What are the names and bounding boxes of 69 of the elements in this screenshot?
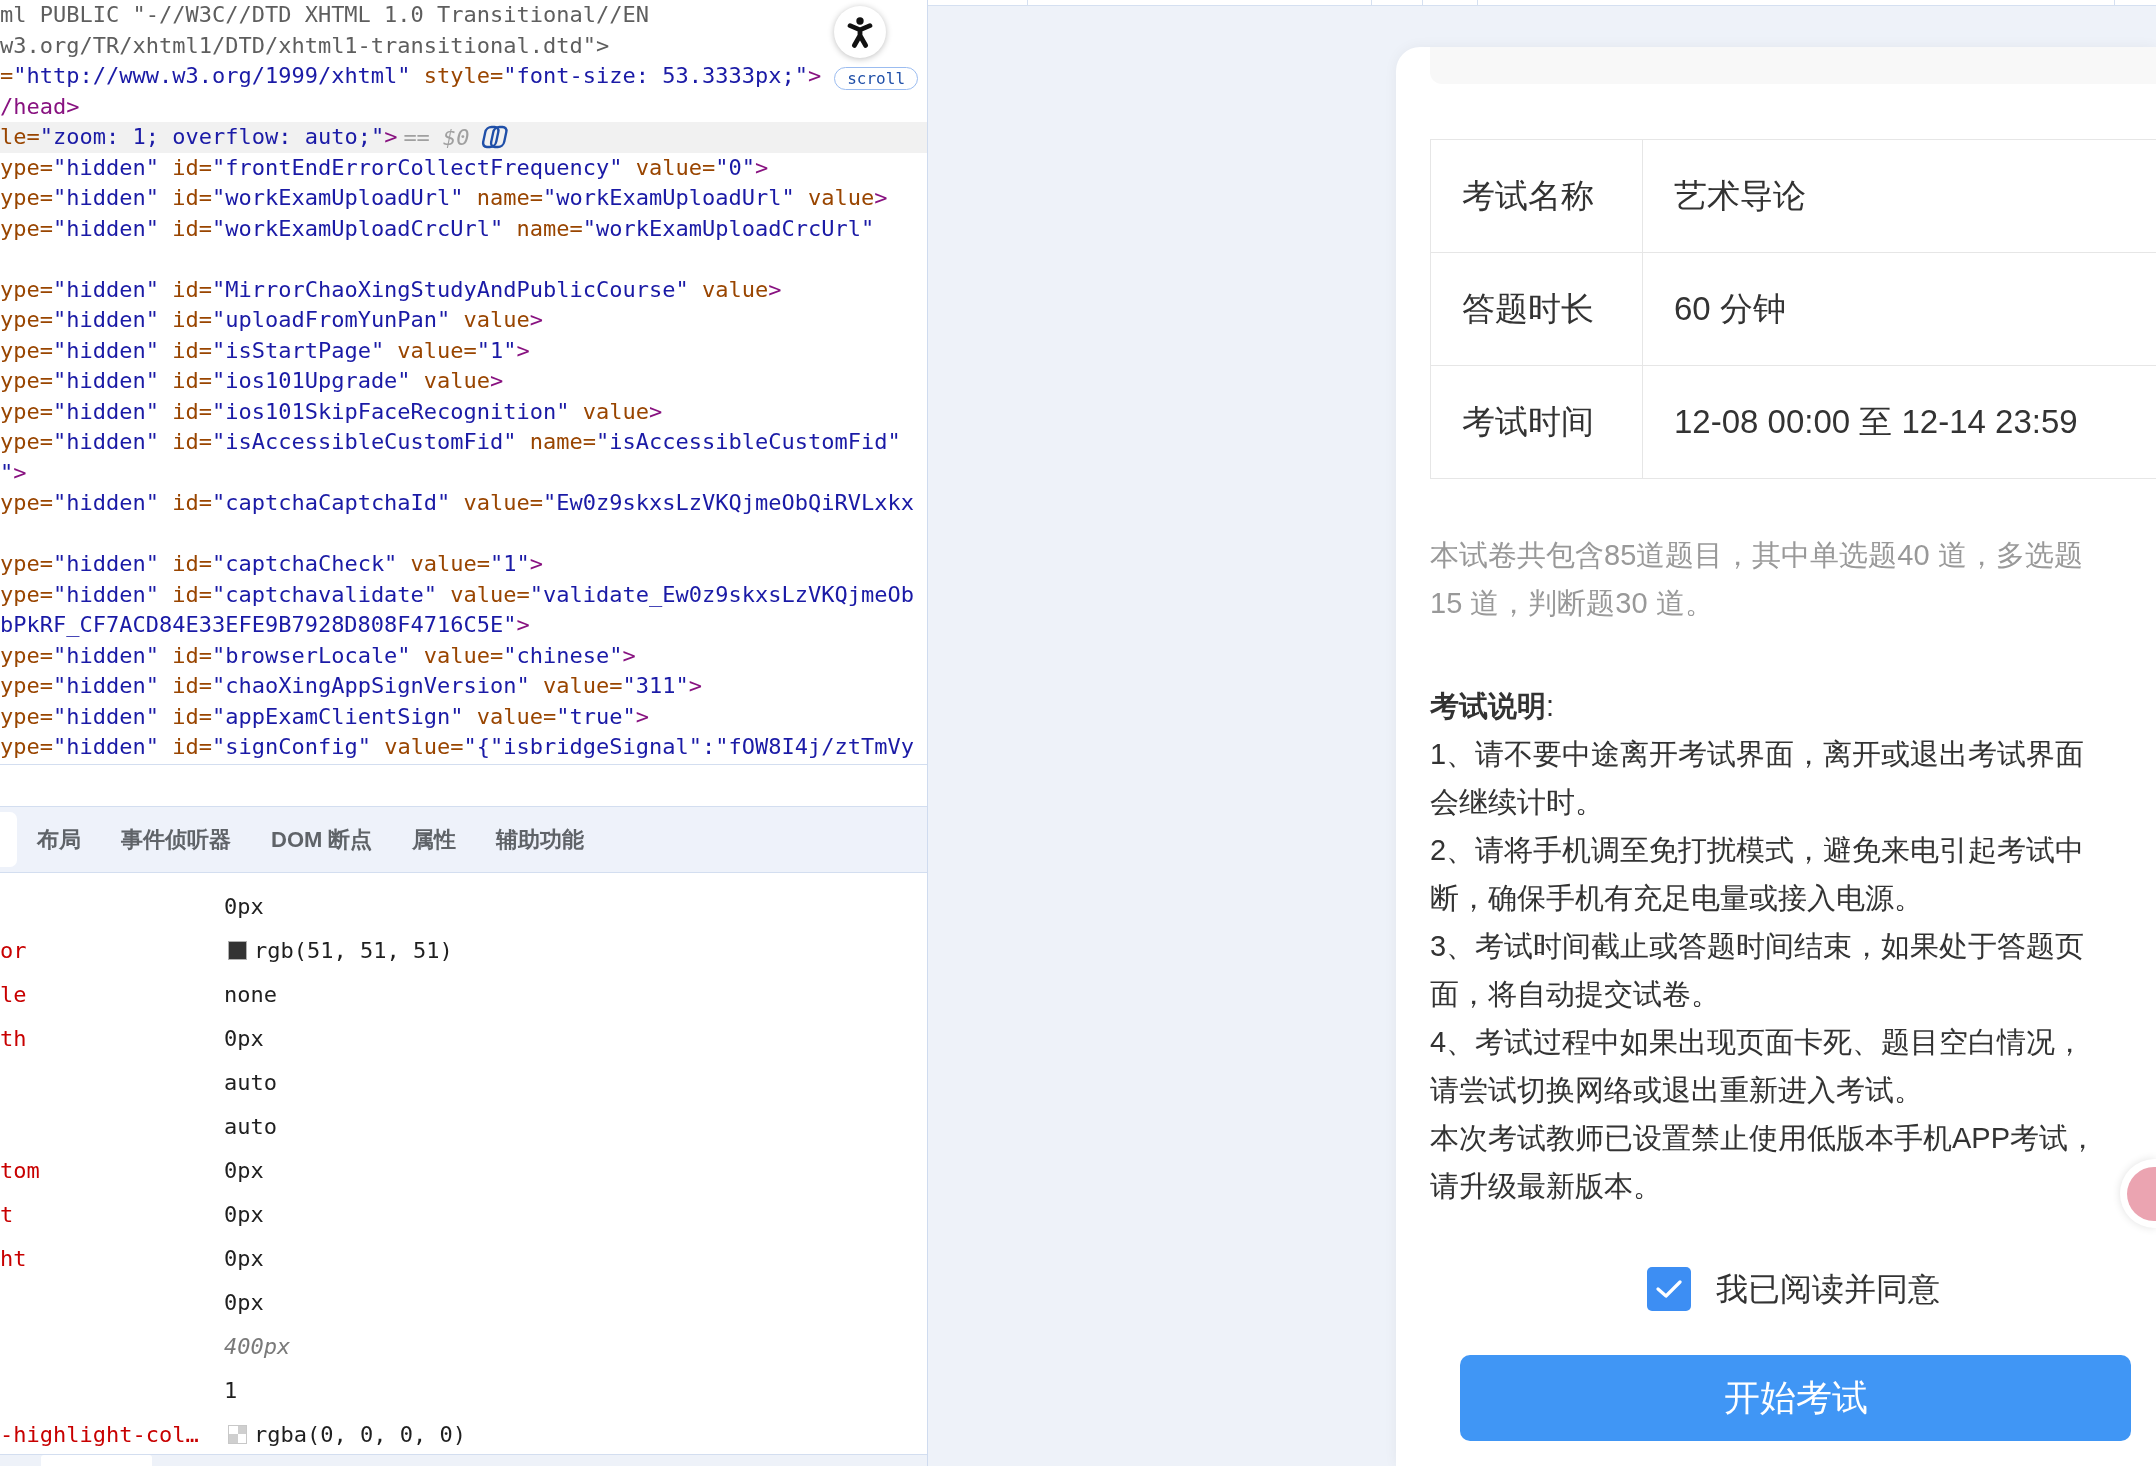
property-value: rgba(0, 0, 0, 0) [254,1420,466,1449]
tab[interactable]: 事件侦听器 [101,812,251,867]
tab[interactable]: 辅助功能 [476,812,605,867]
property-value: rgb(51, 51, 51) [254,936,453,965]
code-line[interactable]: bPkRF_CF7ACD84E33EFE9B7928D808F4716C5E"> [0,610,530,641]
property-name: t [0,1200,14,1229]
tab[interactable]: 布局 [17,812,101,867]
agreement-label: 我已阅读并同意 [1715,1270,1940,1309]
accessibility-icon[interactable] [834,6,886,58]
table-cell: 答题时长 [1431,253,1643,366]
instruction-text: 本次考试教师已设置禁止使用低版本手机APP考试，请升级最新版本。 [1430,1121,2099,1204]
property-value: auto [224,1068,277,1097]
code-line[interactable]: ype="hidden" id="workExamUploadUrl" name="workExamUploadUrl" value> [0,183,888,214]
property-value: 0px [224,1156,264,1185]
code-line[interactable]: ype="hidden" id="isAccessibleCustomFid" name="isAccessibleCustomFid" [0,427,901,458]
code-line[interactable]: ype="hidden" id="signConfig" value="{"isbridgeSignal":"fOW8I4j/ztTmVy [0,732,914,763]
instructions-title: 考试说明: [1430,689,1556,724]
code-line[interactable]: ype="hidden" id="chaoXingAppSignVersion" value="311"> [0,671,703,702]
code-line[interactable]: le="zoom: 1; overflow: auto;"> [0,122,398,153]
property-name: ht [0,1244,27,1273]
code-line[interactable]: ype="hidden" id="captchaCaptchaId" value="Ew0z9skxsLzVKQjmeObQiRVLxkx [0,488,914,519]
agreement-checkbox[interactable] [1646,1267,1691,1311]
property-name: le [0,980,27,1009]
code-line[interactable]: ype="hidden" id="captchaCheck" value="1"> [0,549,544,580]
table-cell: 艺术导论 [1643,140,2156,253]
instruction-text: 4、考试过程中如果出现页面卡死、题目空白情况，请尝试切换网络或退出重新进入考试。 [1430,1025,2086,1108]
property-value: none [224,980,277,1009]
code-line[interactable]: ype="hidden" id="browserLocale" value="chinese"> [0,640,636,671]
table-cell: 考试时间 [1431,366,1643,479]
code-line[interactable]: ype="hidden" id="ios101SkipFaceRecognition" value> [0,396,663,427]
code-line[interactable]: /head> [0,91,80,122]
property-value: 0px [224,1024,264,1053]
property-name: tom [0,1156,40,1185]
transparent-swatch-icon[interactable] [228,1424,247,1444]
code-line[interactable]: w3.org/TR/xhtml1/DTD/xhtml1-transitional.dtd"> [0,30,610,61]
code-line[interactable]: ype="hidden" id="isStartPage" value="1"> [0,335,530,366]
exam-summary: 本试卷共包含85道题目，其中单选题40 道，多选题15 道，判断题30 道。 [1430,538,2084,621]
property-name: or [0,936,27,965]
tab[interactable]: DOM 断点 [251,812,393,867]
property-value: 0px [224,1200,264,1229]
instruction-text: 1、请不要中途离开考试界面，离开或退出考试界面会继续计时。 [1430,737,2086,820]
instruction-text: 2、请将手机调至免打扰模式，避免来电引起考试中断，确保手机有充足电量或接入电源。 [1430,833,2086,916]
tab[interactable]: 属性 [392,812,477,867]
property-value: auto [224,1112,277,1141]
property-name: -highlight-col… [0,1420,199,1449]
property-name: th [0,1024,27,1053]
code-line[interactable]: ="http://www.w3.org/1999/xhtml" style="font-size: 53.3333px;"> [0,61,822,92]
table-cell: 考试名称 [1431,140,1643,253]
property-value: 0px [224,892,264,921]
code-line[interactable]: ml PUBLIC "-//W3C//DTD XHTML 1.0 Transitional//EN [0,0,649,31]
code-line[interactable]: ype="hidden" id="frontEndErrorCollectFrequency" value="0"> [0,152,769,183]
code-line[interactable]: ype="hidden" id="appExamClientSign" value="true"> [0,701,650,732]
property-value: 0px [224,1244,264,1273]
property-value: 1 [224,1376,238,1405]
node-reference-label: == $0 [403,123,470,152]
instruction-text: 3、考试时间截止或答题时间结束，如果处于答题页面，将自动提交试卷。 [1430,929,2086,1012]
scroll-badge[interactable]: scroll [834,66,918,90]
code-line[interactable]: ype="hidden" id="uploadFromYunPan" value> [0,305,544,336]
code-line[interactable]: "> [0,457,27,488]
code-line[interactable]: ype="hidden" id="MirrorChaoXingStudyAndPublicCourse" value> [0,274,782,305]
table-cell: 60 分钟 [1643,253,2156,366]
code-line[interactable]: ype="hidden" id="workExamUploadCrcUrl" name="workExamUploadCrcUrl" [0,213,875,244]
property-value: 0px [224,1288,264,1317]
check-icon [1655,1279,1682,1299]
code-line[interactable]: ype="hidden" id="ios101Upgrade" value> [0,366,504,397]
code-line[interactable]: ype="hidden" id="captchavalidate" value="validate_Ew0z9skxsLzVKQjmeOb [0,579,914,610]
property-value: 400px [224,1332,291,1361]
color-swatch-icon[interactable] [228,940,247,960]
table-cell: 12-08 00:00 至 12-14 23:59 [1643,366,2156,479]
